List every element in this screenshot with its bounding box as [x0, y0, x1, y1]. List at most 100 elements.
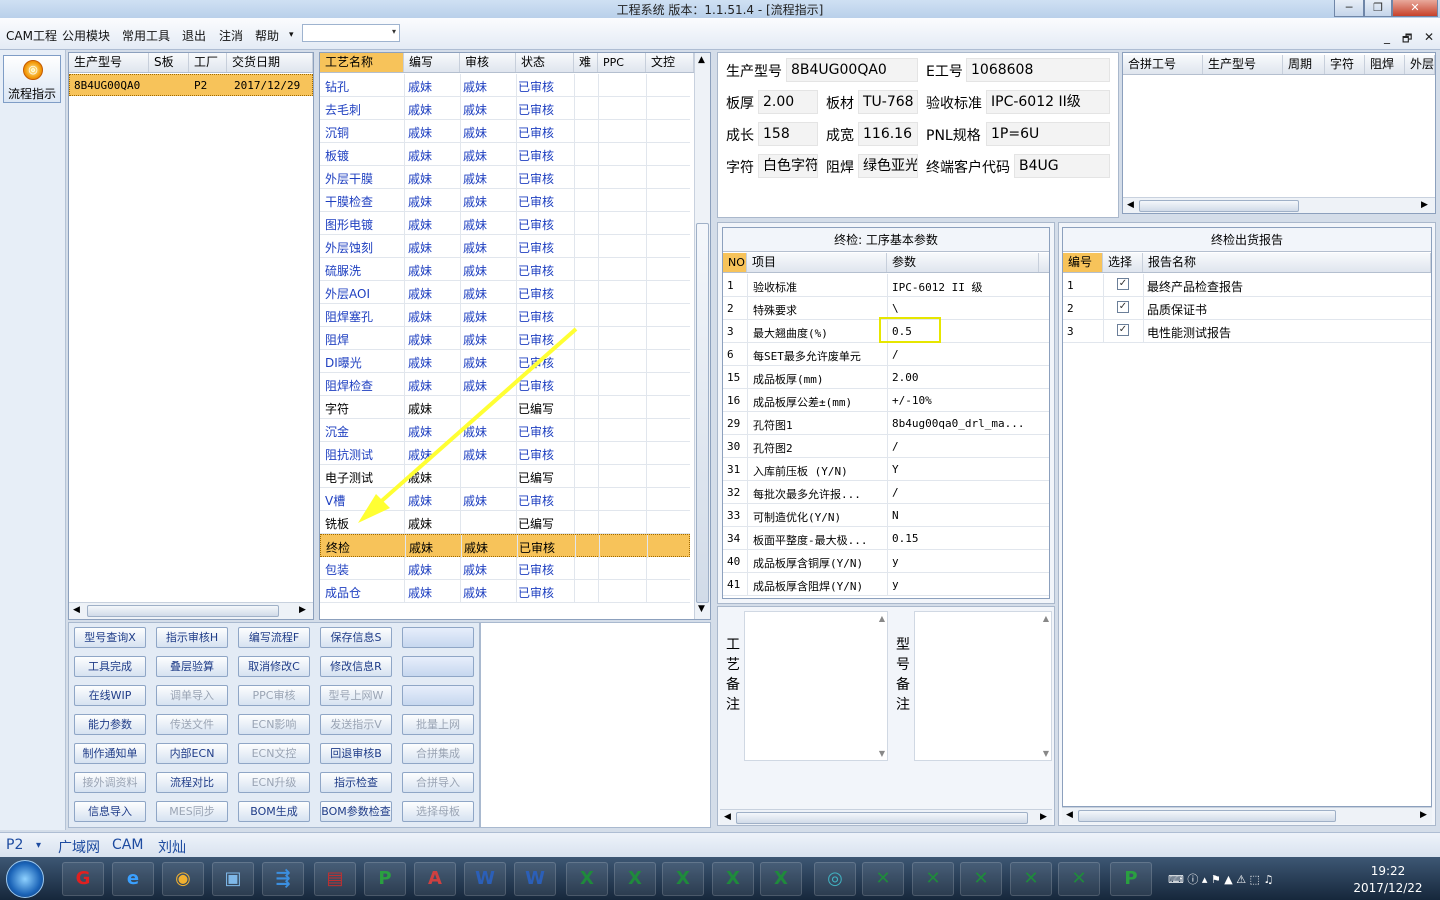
width-field[interactable]: 116.16	[858, 122, 918, 146]
word-icon[interactable]: W	[514, 862, 556, 896]
action-button-col5-1[interactable]	[402, 656, 474, 677]
menu-tools[interactable]: 常用工具	[122, 27, 170, 44]
col-s-board[interactable]: S板	[149, 53, 189, 72]
menu-combo-box[interactable]: ▾	[302, 24, 400, 42]
excel-doc-icon[interactable]: ✕	[862, 862, 904, 896]
table-row[interactable]: 3 最大翘曲度(%) 0.5	[723, 317, 1049, 343]
flow-indicator-button[interactable]: ◎ 流程指示	[3, 55, 61, 103]
action-button-col1-4[interactable]: 制作通知单	[74, 743, 146, 764]
mdi-restore-button[interactable]: 🗗	[1402, 30, 1412, 49]
excel-doc-icon[interactable]: ✕	[1058, 862, 1100, 896]
order-hscrollbar[interactable]: ◀ ▶	[69, 602, 313, 619]
scroll-left-icon[interactable]: ◀	[73, 605, 80, 615]
system-tray[interactable]: ⌨ ⓘ ▴ ⚑ ▲ ⚠ ⬚ ♫	[1168, 871, 1348, 887]
report-checkbox[interactable]: ✓	[1117, 301, 1129, 313]
browser-icon[interactable]: G	[62, 862, 104, 896]
access-icon[interactable]: A	[414, 862, 456, 896]
action-button-col3-2[interactable]: PPC审核	[238, 685, 310, 706]
menu-cam[interactable]: CAM工程	[6, 27, 57, 44]
table-row[interactable]: 1 ✓ 最终产品检查报告	[1063, 274, 1431, 297]
standard-field[interactable]: IPC-6012 II级	[986, 90, 1110, 114]
table-row[interactable]: 29 孔符图1 8b4ug00qa0_drl_ma...	[723, 412, 1049, 435]
action-button-col4-6[interactable]: BOM参数检查	[320, 801, 392, 822]
table-row[interactable]: 16 成品板厚公差±(mm) +/-10%	[723, 389, 1049, 412]
menu-logout[interactable]: 注消	[219, 27, 243, 44]
action-button-col5-2[interactable]	[402, 685, 474, 706]
action-button-col4-0[interactable]: 保存信息S	[320, 627, 392, 648]
scroll-right-icon[interactable]: ▶	[1421, 200, 1428, 210]
restore-button[interactable]: ❐	[1364, 0, 1392, 17]
col-report-name[interactable]: 报告名称	[1143, 253, 1431, 272]
shell-icon[interactable]: ◉	[162, 862, 204, 896]
action-button-col1-5[interactable]: 接外调资料	[74, 772, 146, 793]
action-button-col3-1[interactable]: 取消修改C	[238, 656, 310, 677]
app-p-icon[interactable]: P	[364, 862, 406, 896]
col-item[interactable]: 项目	[747, 253, 887, 272]
clock-time[interactable]: 19:22	[1360, 864, 1416, 878]
app-p-icon[interactable]: P	[1110, 862, 1152, 896]
length-field[interactable]: 158	[758, 122, 818, 146]
scroll-thumb[interactable]	[87, 605, 279, 617]
help-chevron-icon[interactable]: ▾	[289, 30, 294, 40]
mdi-minimize-button[interactable]: _	[1384, 30, 1390, 44]
table-row[interactable]: 15 成品板厚(mm) 2.00	[723, 366, 1049, 389]
table-row[interactable]: 3 ✓ 电性能测试报告	[1063, 320, 1431, 343]
col-combine-model[interactable]: 生产型号	[1203, 55, 1283, 74]
eno-field[interactable]: 1068608	[966, 58, 1110, 82]
table-row[interactable]: 6 每SET最多允许废单元 /	[723, 343, 1049, 366]
action-button-col2-1[interactable]: 叠层验算	[156, 656, 228, 677]
col-combine-no[interactable]: 合拼工号	[1123, 55, 1203, 74]
col-cycle[interactable]: 周期	[1283, 55, 1325, 74]
ie-icon[interactable]: e	[112, 862, 154, 896]
table-row[interactable]: 41 成品板厚含阻焊(Y/N) y	[723, 573, 1049, 596]
customer-field[interactable]: B4UG	[1014, 154, 1110, 178]
eye-icon[interactable]: ◎	[814, 862, 856, 896]
action-button-col2-6[interactable]: MES同步	[156, 801, 228, 822]
excel-doc-icon[interactable]: ✕	[960, 862, 1002, 896]
process-note-textarea[interactable]: ▲ ▼	[744, 611, 888, 761]
pnl-field[interactable]: 1P=6U	[986, 122, 1110, 146]
thickness-field[interactable]: 2.00	[758, 90, 818, 114]
model-field[interactable]: 8B4UG00QA0	[786, 58, 918, 82]
mask-field[interactable]: 绿色亚光	[858, 154, 918, 178]
scroll-thumb[interactable]	[1078, 810, 1336, 822]
action-button-col4-2[interactable]: 型号上网W	[320, 685, 392, 706]
action-button-col5-6[interactable]: 选择母板	[402, 801, 474, 822]
action-button-col2-2[interactable]: 调单导入	[156, 685, 228, 706]
col-no[interactable]: NO	[723, 253, 747, 272]
scroll-left-icon[interactable]: ◀	[1127, 200, 1134, 210]
clock-date[interactable]: 2017/12/22	[1350, 881, 1426, 895]
scroll-right-icon[interactable]: ▶	[1040, 812, 1047, 822]
menu-exit[interactable]: 退出	[182, 27, 206, 44]
char-field[interactable]: 白色字符	[758, 154, 818, 178]
col-value[interactable]: 参数	[887, 253, 1039, 272]
action-button-col4-1[interactable]: 修改信息R	[320, 656, 392, 677]
col-date[interactable]: 交货日期	[227, 53, 313, 72]
action-button-col3-4[interactable]: ECN文控	[238, 743, 310, 764]
col-char[interactable]: 字符	[1325, 55, 1365, 74]
save-icon[interactable]: ▤	[314, 862, 356, 896]
excel-doc-icon[interactable]: ✕	[1010, 862, 1052, 896]
scroll-down-icon[interactable]: ▼	[1043, 749, 1049, 758]
factory-select[interactable]: P2	[6, 837, 23, 853]
scroll-down-icon[interactable]: ▼	[879, 749, 885, 758]
col-model[interactable]: 生产型号	[69, 53, 149, 72]
scroll-thumb[interactable]	[1139, 200, 1299, 212]
start-button[interactable]	[6, 860, 44, 898]
report-hscrollbar[interactable]: ◀ ▶	[1062, 807, 1432, 824]
scroll-left-icon[interactable]: ◀	[1066, 810, 1073, 820]
combine-hscrollbar[interactable]: ◀ ▶	[1123, 197, 1435, 213]
table-row[interactable]: 2 ✓ 品质保证书	[1063, 297, 1431, 320]
action-button-col2-5[interactable]: 流程对比	[156, 772, 228, 793]
table-row[interactable]: 30 孔符图2 /	[723, 435, 1049, 458]
excel-doc-icon[interactable]: ✕	[912, 862, 954, 896]
minimize-button[interactable]: ─	[1334, 0, 1364, 17]
action-button-col3-0[interactable]: 编写流程F	[238, 627, 310, 648]
menu-help[interactable]: 帮助	[255, 27, 279, 44]
table-row[interactable]: 8B4UG00QA0 P2 2017/12/29	[69, 74, 313, 96]
scroll-right-icon[interactable]: ▶	[1420, 810, 1427, 820]
scroll-thumb[interactable]	[736, 812, 1028, 824]
col-outer[interactable]: 外层	[1405, 55, 1435, 74]
material-field[interactable]: TU-768	[858, 90, 918, 114]
folder-icon[interactable]: ⇶	[262, 862, 304, 896]
